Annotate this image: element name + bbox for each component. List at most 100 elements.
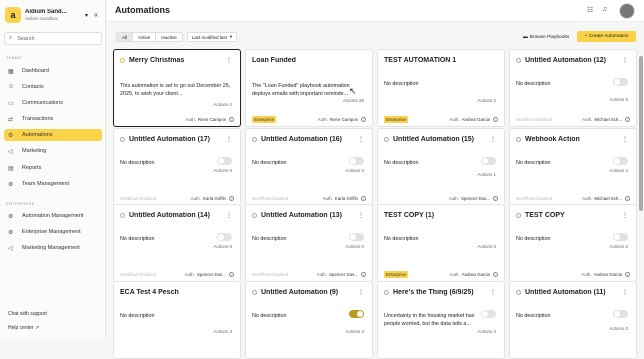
active-toggle[interactable] (217, 157, 232, 165)
select-checkbox[interactable] (384, 137, 389, 142)
workspace-switcher[interactable]: a Aidium Sand... Aidium Sandbox ▾ « (5, 5, 101, 25)
actions-count: Actions 1 (477, 172, 496, 177)
active-toggle[interactable] (613, 78, 628, 86)
sidebar-item-marketing[interactable]: ◁ Marketing (4, 145, 102, 157)
automation-card[interactable]: Untitled Automation (14) ⋮ No descriptio… (113, 204, 241, 282)
info-icon[interactable]: i (625, 196, 630, 201)
automation-card[interactable]: Untitled Automation (15) ⋮ No descriptio… (377, 128, 505, 206)
info-icon[interactable]: i (361, 117, 366, 122)
active-toggle[interactable] (349, 310, 364, 318)
info-icon[interactable]: i (229, 196, 234, 201)
card-description: No description (516, 160, 551, 166)
actions-count: Actions 26 (342, 98, 364, 103)
filter-inactive[interactable]: Inactive (156, 33, 182, 41)
active-toggle[interactable] (217, 233, 232, 241)
chat-support-link[interactable]: Chat with support (8, 311, 47, 317)
filter-active[interactable]: Active (133, 33, 157, 41)
sidebar-item-marketing-management[interactable]: ◁ Marketing Management (4, 242, 102, 254)
sidebar-item-automation-management[interactable]: ⚙ Automation Management (4, 210, 102, 222)
info-icon[interactable]: i (361, 272, 366, 277)
automation-card[interactable]: Webhook Action ⋮ No description Actions … (509, 128, 637, 206)
sidebar-item-enterprise-management[interactable]: ⚙ Enterprise Management (4, 226, 102, 238)
automation-card[interactable]: Merry Christmas ⋮ This automation is set… (113, 49, 241, 127)
active-toggle[interactable] (349, 233, 364, 241)
automation-card[interactable]: Untitled Automation (11) ⋮ No descriptio… (509, 281, 637, 359)
sort-dropdown[interactable]: Last modified last ▾ (186, 32, 238, 42)
browse-playbooks-button[interactable]: ▬ Browse Playbooks (523, 32, 569, 42)
info-icon[interactable]: i (625, 117, 630, 122)
automation-card[interactable]: Untitled Automation (16) ⋮ No descriptio… (245, 128, 373, 206)
scrollbar[interactable] (639, 56, 643, 211)
sidebar-item-label: Transactions (22, 116, 54, 122)
more-options-icon[interactable]: ⋮ (358, 289, 364, 296)
more-options-icon[interactable]: ⋮ (622, 289, 628, 296)
collapse-sidebar-icon[interactable]: « (94, 12, 98, 19)
sidebar-item-label: Enterprise Management (22, 229, 81, 235)
more-options-icon[interactable]: ⋮ (490, 136, 496, 143)
select-checkbox[interactable] (516, 213, 521, 218)
select-checkbox[interactable] (120, 213, 125, 218)
info-icon[interactable]: i (229, 117, 234, 122)
search-input[interactable]: ⌕ Search (4, 32, 102, 45)
automation-card[interactable]: Untitled Automation (17) ⋮ No descriptio… (113, 128, 241, 206)
more-options-icon[interactable]: ⋮ (622, 136, 628, 143)
chevron-down-icon: ▾ (229, 34, 233, 39)
card-description: No description (516, 236, 551, 242)
select-checkbox[interactable] (252, 137, 257, 142)
more-options-icon[interactable]: ⋮ (490, 289, 496, 296)
active-toggle[interactable] (613, 157, 628, 165)
automation-card[interactable]: TEST AUTOMATION 1 No description Actions… (377, 49, 505, 127)
select-checkbox[interactable] (516, 58, 521, 63)
create-automation-button[interactable]: + Create Automation (577, 31, 636, 42)
filter-icon[interactable]: ☷ (587, 6, 593, 14)
sidebar-item-dashboard[interactable]: ▦ Dashboard (4, 65, 102, 77)
select-checkbox[interactable] (516, 290, 521, 295)
automation-card[interactable]: TEST COPY ⋮ No description Actions 2 Aut… (509, 204, 637, 282)
active-toggle[interactable] (349, 157, 364, 165)
active-toggle[interactable] (613, 233, 628, 241)
sidebar-item-contacts[interactable]: ☺ Contacts (4, 81, 102, 93)
info-icon[interactable]: i (493, 272, 498, 277)
bell-icon[interactable]: ♫ (602, 6, 607, 13)
automation-card[interactable]: Here's the Thing (6/9/25) ⋮ Uncertainty … (377, 281, 505, 359)
chevron-down-icon[interactable]: ▾ (85, 12, 88, 19)
filter-all[interactable]: All (117, 33, 134, 41)
automation-card[interactable]: Untitled Automation (12) ⋮ No descriptio… (509, 49, 637, 127)
help-center-link[interactable]: Help center ↗ (8, 325, 39, 331)
sidebar-item-label: Marketing (22, 148, 47, 154)
active-toggle[interactable] (481, 310, 496, 318)
automation-card[interactable]: TEST COPY (1) No description Actions 0 E… (377, 204, 505, 282)
info-icon[interactable]: i (625, 272, 630, 277)
select-checkbox[interactable] (252, 213, 257, 218)
more-options-icon[interactable]: ⋮ (226, 136, 232, 143)
sidebar-item-communications[interactable]: ▭ Communications (4, 97, 102, 109)
select-checkbox[interactable] (120, 137, 125, 142)
card-footer: Workflow Disabled Auth. Michael Sch... i (510, 113, 636, 126)
more-options-icon[interactable]: ⋮ (622, 212, 628, 219)
active-toggle[interactable] (481, 157, 496, 165)
automation-card[interactable]: ECA Test 4 Pesch No description Actions … (113, 281, 241, 359)
more-options-icon[interactable]: ⋮ (226, 212, 232, 219)
more-options-icon[interactable]: ⋮ (622, 57, 628, 64)
more-options-icon[interactable]: ⋮ (226, 57, 232, 64)
automation-card[interactable]: Untitled Automation (9) ⋮ No description… (245, 281, 373, 359)
info-icon[interactable]: i (493, 117, 498, 122)
select-checkbox[interactable] (516, 137, 521, 142)
sidebar-item-reports[interactable]: ▤ Reports (4, 162, 102, 174)
actions-count: Actions 0 (213, 168, 232, 173)
sidebar-item-team-management[interactable]: ⚙ Team Management (4, 178, 102, 190)
avatar[interactable] (619, 3, 635, 19)
workflow-disabled-label: Workflow Disabled (252, 196, 289, 201)
sidebar-item-automations[interactable]: ⚙ Automations (4, 129, 102, 141)
more-options-icon[interactable]: ⋮ (358, 136, 364, 143)
select-checkbox[interactable] (384, 290, 389, 295)
info-icon[interactable]: i (229, 272, 234, 277)
sidebar-item-transactions[interactable]: ⇄ Transactions (4, 113, 102, 125)
active-toggle[interactable] (613, 310, 628, 318)
select-checkbox[interactable] (252, 290, 257, 295)
more-options-icon[interactable]: ⋮ (358, 212, 364, 219)
automation-card[interactable]: Untitled Automation (13) ⋮ No descriptio… (245, 204, 373, 282)
select-checkbox[interactable] (120, 58, 125, 63)
info-icon[interactable]: i (361, 196, 366, 201)
info-icon[interactable]: i (493, 196, 498, 201)
